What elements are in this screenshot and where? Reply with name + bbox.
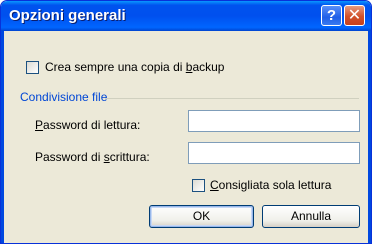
help-button[interactable]: ?	[321, 5, 342, 26]
close-icon: ✕	[347, 7, 362, 24]
help-icon: ?	[326, 7, 337, 24]
backup-checkbox[interactable]	[26, 61, 39, 74]
dialog-window: Opzioni generali ? ✕ Crea sempre una cop…	[0, 0, 372, 244]
dialog-title: Opzioni generali	[9, 7, 126, 24]
read-only-checkbox[interactable]	[192, 179, 205, 192]
group-divider	[105, 98, 359, 99]
backup-label[interactable]: Crea sempre una copia di backup	[45, 60, 224, 74]
write-password-field[interactable]	[188, 142, 360, 164]
window-frame-right	[368, 31, 371, 243]
read-only-label[interactable]: Consigliata sola lettura	[210, 178, 331, 192]
write-password-label: Password di scrittura:	[35, 150, 150, 164]
window-frame-left	[1, 31, 4, 243]
file-sharing-group-title: Condivisione file	[20, 90, 108, 104]
read-password-label: Password di lettura:	[35, 118, 141, 132]
read-password-field[interactable]	[188, 110, 360, 132]
close-button[interactable]: ✕	[344, 5, 365, 26]
cancel-button[interactable]: Annulla	[262, 205, 360, 228]
ok-button[interactable]: OK	[149, 205, 254, 228]
title-bar[interactable]: Opzioni generali ? ✕	[1, 1, 371, 31]
